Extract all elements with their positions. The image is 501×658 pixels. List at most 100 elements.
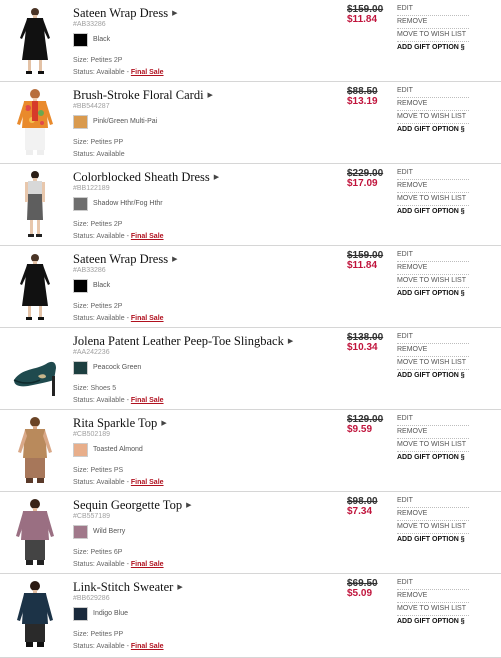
color-swatch <box>73 33 88 47</box>
add-gift-option-link[interactable]: ADD GIFT OPTION § <box>397 206 469 218</box>
edit-link[interactable]: EDIT <box>397 495 469 508</box>
edit-link[interactable]: EDIT <box>397 331 469 344</box>
add-gift-option-link[interactable]: ADD GIFT OPTION § <box>397 124 469 136</box>
move-to-wish-list-link[interactable]: MOVE TO WISH LIST <box>397 439 469 452</box>
product-status: Status: Available - Final Sale <box>73 69 164 76</box>
product-status: Status: Available - Final Sale <box>73 315 164 322</box>
product-name-link[interactable]: Sateen Wrap Dress ▶ <box>73 252 177 267</box>
product-name-link[interactable]: Jolena Patent Leather Peep-Toe Slingback… <box>73 334 293 349</box>
edit-link[interactable]: EDIT <box>397 577 469 590</box>
arrow-right-icon: ▶ <box>161 419 167 427</box>
product-name-link[interactable]: Sateen Wrap Dress ▶ <box>73 6 177 21</box>
sale-price: $9.59 <box>347 424 373 435</box>
remove-link[interactable]: REMOVE <box>397 16 469 29</box>
product-color: Indigo Blue <box>93 610 129 617</box>
product-sku: #BB122189 <box>73 185 110 192</box>
final-sale-link[interactable]: Final Sale <box>131 643 164 650</box>
cart-item: Link-Stitch Sweater ▶ #BB629286 Indigo Bl… <box>0 574 501 658</box>
product-name: Brush-Stroke Floral Cardi <box>73 88 204 102</box>
sale-price: $11.84 <box>347 14 378 25</box>
cart-item: Sateen Wrap Dress ▶ #AB33286 Black Size: … <box>0 246 501 328</box>
cart-item: Brush-Stroke Floral Cardi ▶ #BB544287 Pin… <box>0 82 501 164</box>
product-size: Size: Petites PP <box>73 631 124 638</box>
remove-link[interactable]: REMOVE <box>397 98 469 111</box>
product-name: Sateen Wrap Dress <box>73 6 169 20</box>
move-to-wish-list-link[interactable]: MOVE TO WISH LIST <box>397 29 469 42</box>
status-text: Status: Available - <box>73 315 131 322</box>
move-to-wish-list-link[interactable]: MOVE TO WISH LIST <box>397 521 469 534</box>
product-name: Jolena Patent Leather Peep-Toe Slingback <box>73 334 284 348</box>
cart-item: Sateen Wrap Dress ▶ #AB33286 Black Size: … <box>0 0 501 82</box>
move-to-wish-list-link[interactable]: MOVE TO WISH LIST <box>397 603 469 616</box>
arrow-right-icon: ▶ <box>172 255 178 263</box>
product-status: Status: Available - Final Sale <box>73 479 164 486</box>
move-to-wish-list-link[interactable]: MOVE TO WISH LIST <box>397 193 469 206</box>
sale-price: $5.09 <box>347 588 373 599</box>
item-actions: EDIT REMOVE MOVE TO WISH LIST ADD GIFT O… <box>397 413 469 464</box>
add-gift-option-link[interactable]: ADD GIFT OPTION § <box>397 616 469 628</box>
product-size: Size: Petites 2P <box>73 57 123 64</box>
product-color: Shadow Hthr/Fog Hthr <box>93 200 163 207</box>
edit-link[interactable]: EDIT <box>397 413 469 426</box>
georgette-top-image[interactable] <box>8 496 62 568</box>
product-status: Status: Available <box>73 151 125 158</box>
edit-link[interactable]: EDIT <box>397 85 469 98</box>
colorblock-sheath-image[interactable] <box>8 168 62 240</box>
edit-link[interactable]: EDIT <box>397 167 469 180</box>
floral-cardigan-image[interactable] <box>8 86 62 158</box>
color-swatch <box>73 115 88 129</box>
link-stitch-sweater-image[interactable] <box>8 578 62 650</box>
add-gift-option-link[interactable]: ADD GIFT OPTION § <box>397 534 469 546</box>
remove-link[interactable]: REMOVE <box>397 180 469 193</box>
product-name-link[interactable]: Link-Stitch Sweater ▶ <box>73 580 183 595</box>
product-name: Colorblocked Sheath Dress <box>73 170 210 184</box>
cart-item: Sequin Georgette Top ▶ #CB557189 Wild Ber… <box>0 492 501 574</box>
remove-link[interactable]: REMOVE <box>397 344 469 357</box>
remove-link[interactable]: REMOVE <box>397 426 469 439</box>
move-to-wish-list-link[interactable]: MOVE TO WISH LIST <box>397 111 469 124</box>
remove-link[interactable]: REMOVE <box>397 262 469 275</box>
arrow-right-icon: ▶ <box>172 9 178 17</box>
final-sale-link[interactable]: Final Sale <box>131 561 164 568</box>
final-sale-link[interactable]: Final Sale <box>131 315 164 322</box>
black-wrap-dress-image[interactable] <box>8 4 62 76</box>
edit-link[interactable]: EDIT <box>397 249 469 262</box>
product-name-link[interactable]: Colorblocked Sheath Dress ▶ <box>73 170 219 185</box>
product-color: Black <box>93 282 111 289</box>
cart-item: Colorblocked Sheath Dress ▶ #BB122189 Sha… <box>0 164 501 246</box>
product-size: Size: Petites 6P <box>73 549 123 556</box>
add-gift-option-link[interactable]: ADD GIFT OPTION § <box>397 370 469 382</box>
product-size: Size: Petites 2P <box>73 221 123 228</box>
product-name-link[interactable]: Brush-Stroke Floral Cardi ▶ <box>73 88 213 103</box>
final-sale-link[interactable]: Final Sale <box>131 69 164 76</box>
product-name-link[interactable]: Rita Sparkle Top ▶ <box>73 416 167 431</box>
final-sale-link[interactable]: Final Sale <box>131 479 164 486</box>
add-gift-option-link[interactable]: ADD GIFT OPTION § <box>397 288 469 300</box>
remove-link[interactable]: REMOVE <box>397 508 469 521</box>
product-sku: #AB33286 <box>73 267 106 274</box>
sale-price: $13.19 <box>347 96 378 107</box>
move-to-wish-list-link[interactable]: MOVE TO WISH LIST <box>397 357 469 370</box>
black-wrap-dress-image[interactable] <box>8 250 62 322</box>
product-name-link[interactable]: Sequin Georgette Top ▶ <box>73 498 191 513</box>
remove-link[interactable]: REMOVE <box>397 590 469 603</box>
peep-toe-shoe-image[interactable] <box>8 332 62 404</box>
edit-link[interactable]: EDIT <box>397 3 469 16</box>
move-to-wish-list-link[interactable]: MOVE TO WISH LIST <box>397 275 469 288</box>
status-text: Status: Available - <box>73 561 131 568</box>
product-color: Peacock Green <box>93 364 142 371</box>
sparkle-top-image[interactable] <box>8 414 62 486</box>
add-gift-option-link[interactable]: ADD GIFT OPTION § <box>397 452 469 464</box>
product-status: Status: Available - Final Sale <box>73 561 164 568</box>
arrow-right-icon: ▶ <box>207 91 213 99</box>
color-swatch <box>73 525 88 539</box>
sale-price: $11.84 <box>347 260 378 271</box>
final-sale-link[interactable]: Final Sale <box>131 233 164 240</box>
product-name: Link-Stitch Sweater <box>73 580 174 594</box>
product-sku: #CB502189 <box>73 431 110 438</box>
cart-item: Rita Sparkle Top ▶ #CB502189 Toasted Almo… <box>0 410 501 492</box>
arrow-right-icon: ▶ <box>186 501 192 509</box>
add-gift-option-link[interactable]: ADD GIFT OPTION § <box>397 42 469 54</box>
final-sale-link[interactable]: Final Sale <box>131 397 164 404</box>
color-swatch <box>73 443 88 457</box>
